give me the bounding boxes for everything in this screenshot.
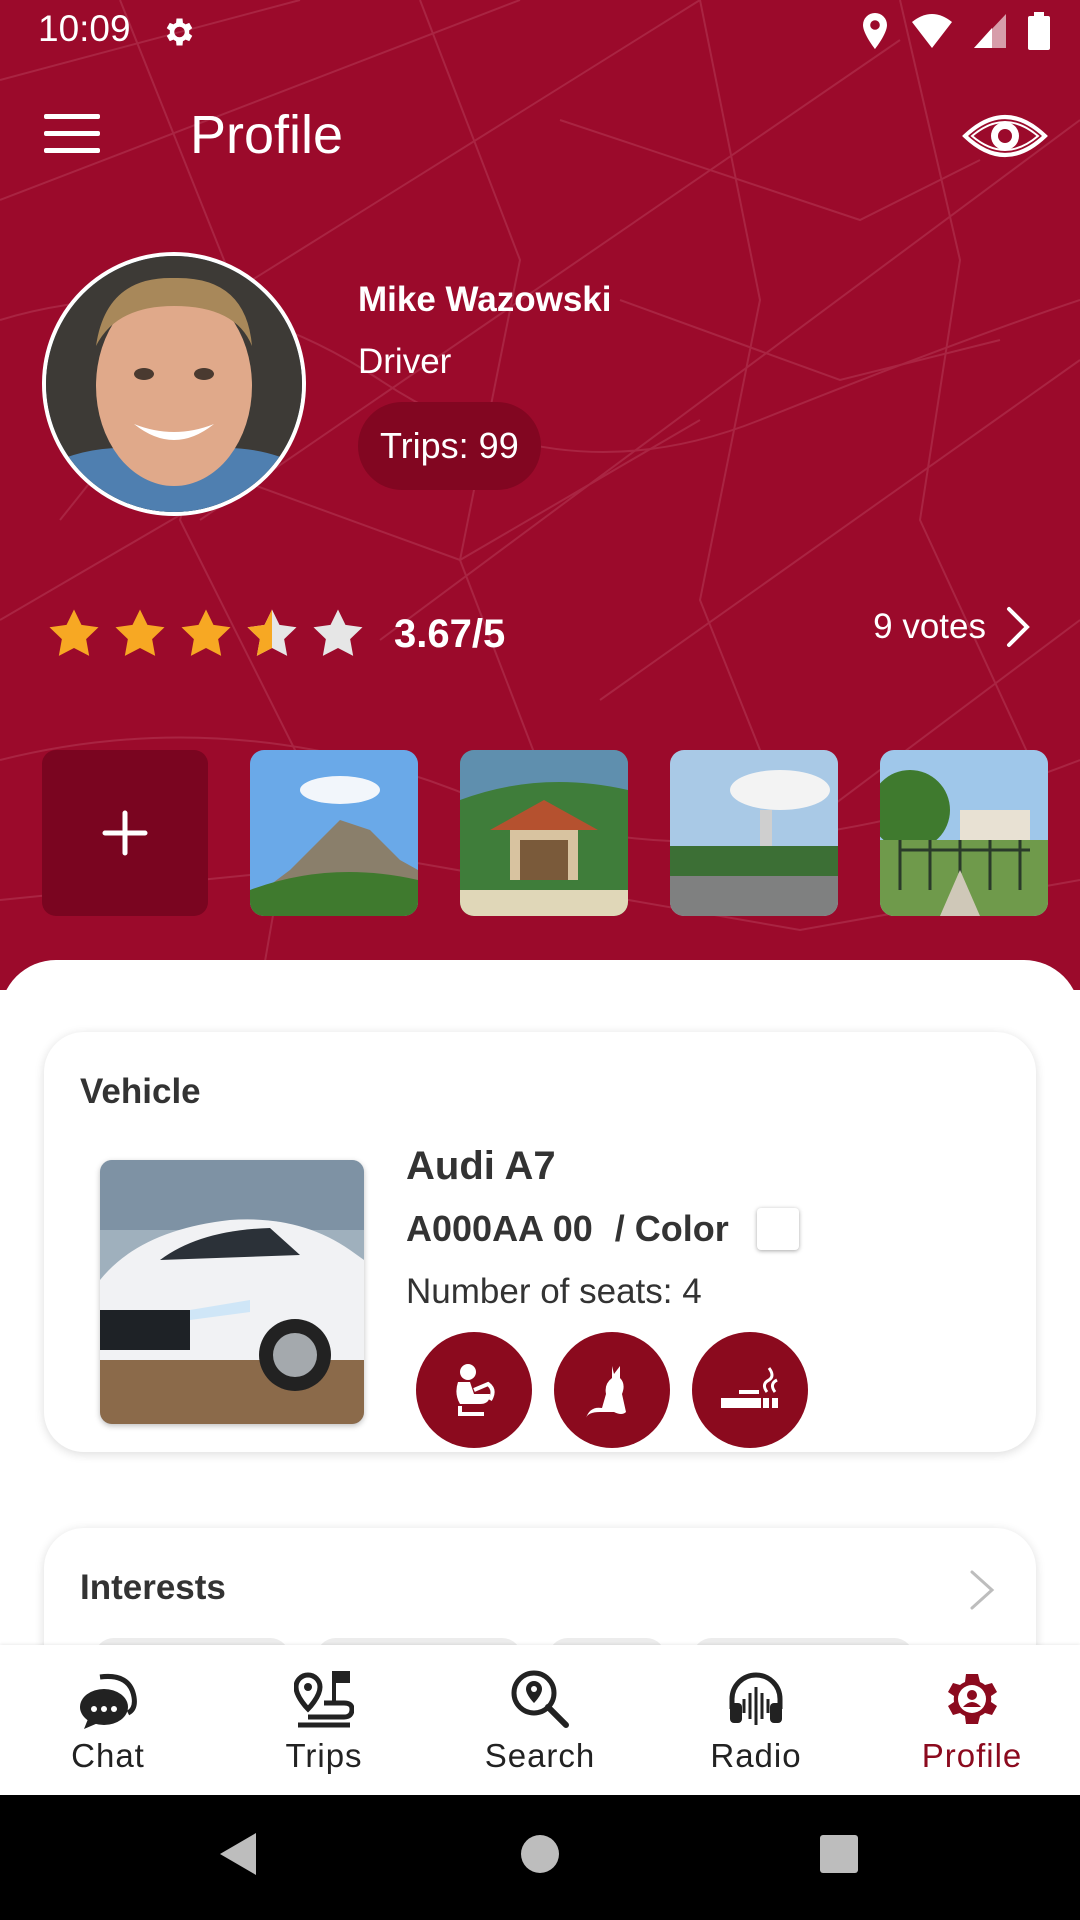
interest-chip[interactable]: [316, 1638, 522, 1645]
smoking-icon: [692, 1332, 808, 1448]
star-full-icon: [181, 609, 231, 656]
settings-icon: [166, 18, 193, 46]
nav-radio-label: Radio: [710, 1737, 802, 1774]
car-seats: Number of seats: 4: [406, 1272, 702, 1311]
signal-icon: [974, 14, 1006, 48]
status-time: 10:09: [38, 8, 131, 49]
nav-profile[interactable]: Profile: [864, 1645, 1080, 1795]
car-model: Audi A7: [406, 1144, 556, 1188]
add-photo-button[interactable]: [42, 750, 208, 916]
trips-icon: [294, 1671, 354, 1728]
star-full-icon: [49, 609, 99, 656]
back-icon[interactable]: [216, 1829, 260, 1879]
rating-stars: [46, 606, 366, 662]
interest-chip[interactable]: [94, 1638, 290, 1645]
plus-icon: [102, 810, 148, 856]
star-half-icon: [247, 609, 297, 656]
star-full-icon: [115, 609, 165, 656]
profile-role: Driver: [358, 342, 452, 381]
child-seat-icon: [416, 1332, 532, 1448]
mountain-photo[interactable]: [250, 750, 418, 916]
recents-icon[interactable]: [818, 1829, 860, 1879]
pets-icon: [554, 1332, 670, 1448]
nav-search-label: Search: [484, 1737, 596, 1774]
page-title: Profile: [190, 105, 344, 165]
chevron-right-icon[interactable]: [968, 1568, 996, 1612]
park-gate-photo[interactable]: [880, 750, 1048, 916]
vehicle-features: [416, 1332, 808, 1448]
votes-count: 9 votes: [873, 607, 986, 646]
profile-name: Mike Wazowski: [358, 280, 612, 319]
car-color-swatch: [756, 1208, 799, 1250]
system-navigation-bar: [0, 1795, 1080, 1920]
chat-icon: [80, 1673, 137, 1729]
nav-trips-label: Trips: [285, 1737, 363, 1774]
location-icon: [863, 13, 887, 49]
interest-chips: [94, 1638, 914, 1645]
nav-chat[interactable]: Chat: [0, 1645, 216, 1795]
nav-trips[interactable]: Trips: [216, 1645, 432, 1795]
radio-icon: [729, 1672, 783, 1725]
vehicle-title: Vehicle: [80, 1072, 201, 1111]
profile-details-sheet: Vehicle Audi A7 A000AA 00 / Color Number…: [0, 960, 1080, 1645]
profile-header: 10:09 Profile Mike Wazowski Driver Trips…: [0, 0, 1080, 990]
battery-icon: [1028, 12, 1050, 50]
car-color-label: / Color: [614, 1208, 729, 1249]
nav-radio[interactable]: Radio: [648, 1645, 864, 1795]
trips-count-badge: Trips: 99: [358, 402, 541, 490]
profile-gear-icon: [948, 1674, 997, 1724]
eye-icon[interactable]: [962, 108, 1048, 164]
car-plate: A000AA 00: [406, 1208, 593, 1249]
interest-chip[interactable]: [692, 1638, 914, 1645]
nav-search[interactable]: Search: [432, 1645, 648, 1795]
menu-icon[interactable]: [44, 114, 100, 158]
home-icon[interactable]: [520, 1829, 560, 1879]
monument-photo[interactable]: [670, 750, 838, 916]
interests-card[interactable]: Interests: [44, 1528, 1036, 1645]
avatar[interactable]: [42, 252, 306, 516]
interest-chip[interactable]: [548, 1638, 666, 1645]
nav-chat-label: Chat: [71, 1737, 145, 1774]
car-plate-row: A000AA 00 / Color: [406, 1208, 799, 1250]
interests-title: Interests: [80, 1568, 226, 1607]
gazebo-photo[interactable]: [460, 750, 628, 916]
photo-gallery: [42, 750, 1048, 916]
bottom-navigation: Chat Trips Search Radio Profile: [0, 1645, 1080, 1795]
chevron-right-icon: [1007, 607, 1030, 647]
car-photo[interactable]: [100, 1160, 364, 1424]
search-icon: [511, 1670, 569, 1728]
star-empty-icon: [313, 609, 363, 656]
rating-value: 3.67/5: [394, 611, 506, 656]
wifi-icon: [912, 14, 952, 48]
rating-row: 3.67/5: [46, 604, 505, 664]
avatar-photo: [46, 256, 302, 512]
status-bar: 10:09: [0, 0, 1080, 64]
votes-link[interactable]: 9 votes: [873, 606, 1030, 648]
nav-profile-label: Profile: [921, 1737, 1023, 1774]
vehicle-card: Vehicle Audi A7 A000AA 00 / Color Number…: [44, 1032, 1036, 1452]
